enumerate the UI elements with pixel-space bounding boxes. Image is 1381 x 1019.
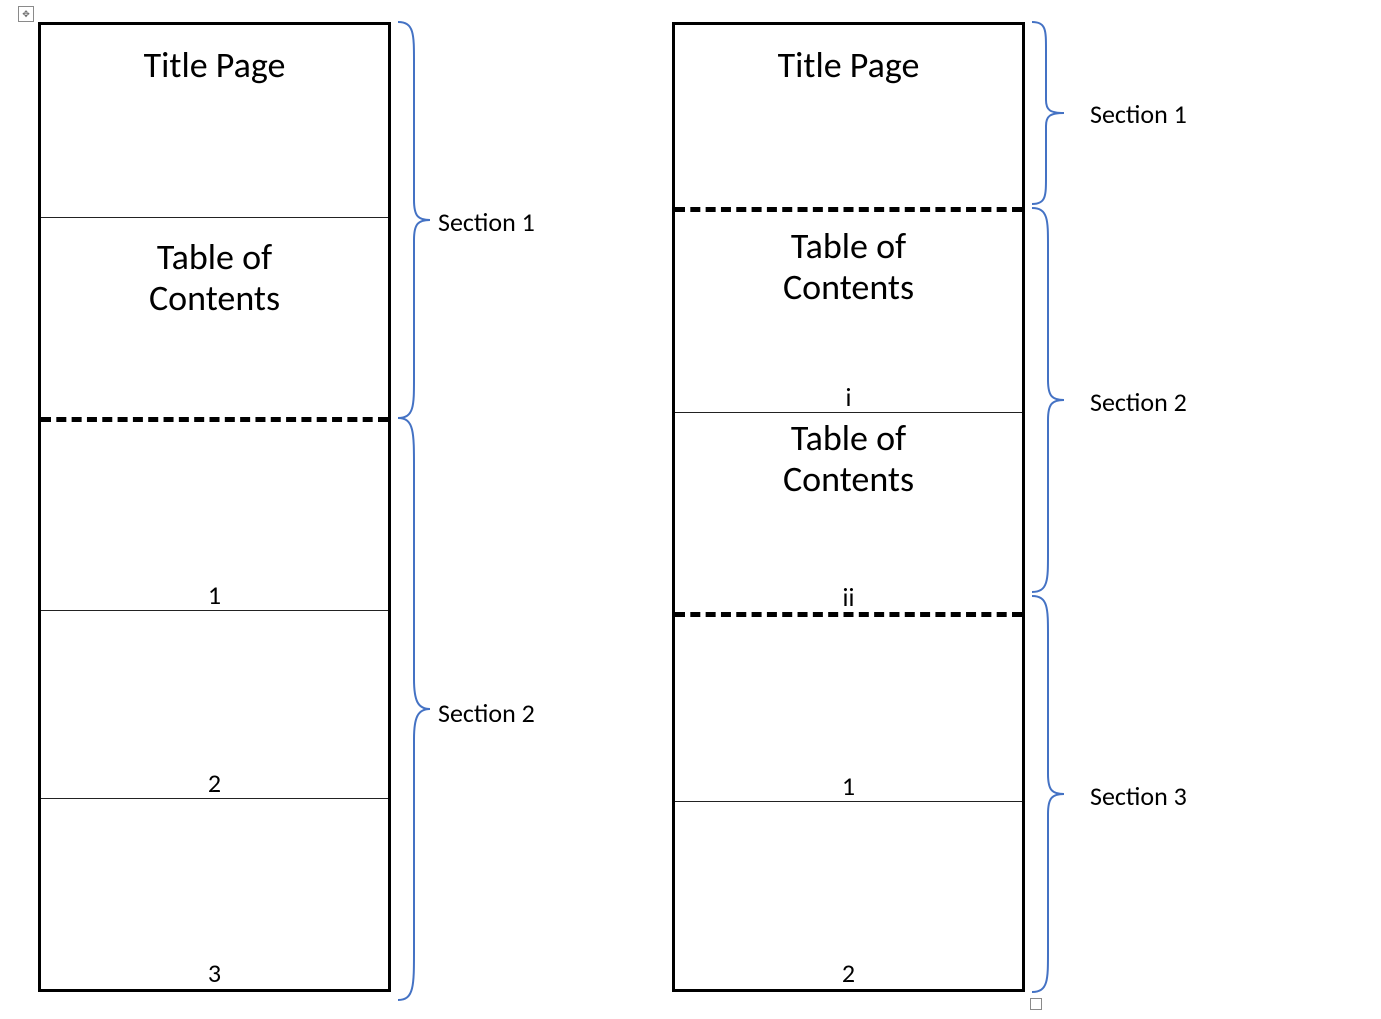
right-page-2: Table of Contents i [675,212,1022,412]
right-brace-section-1 [1030,22,1066,204]
left-section-2-label: Section 2 [438,697,535,729]
right-page-4: 1 [675,617,1022,801]
left-page-4: 2 [41,610,388,798]
right-page-2-number: i [675,384,1022,412]
diagram-stage: ✥ Title Page Table of Contents 1 2 3 Sec… [0,0,1381,1019]
right-page-3-number: ii [675,584,1022,612]
left-document: Title Page Table of Contents 1 2 3 [38,22,391,992]
right-brace-section-2 [1030,208,1066,592]
right-brace-section-3 [1030,596,1066,992]
left-page-2: Table of Contents [41,217,388,417]
right-page-1: Title Page [675,25,1022,207]
left-brace-section-1 [396,22,432,418]
left-page-5: 3 [41,798,388,988]
right-page-3-title: Table of Contents [675,412,1022,501]
left-page-3: 1 [41,422,388,610]
right-page-3: Table of Contents ii [675,412,1022,612]
left-page-4-number: 2 [41,770,388,798]
right-page-4-number: 1 [675,773,1022,801]
left-page-1-title: Title Page [41,25,388,86]
left-brace-section-2 [396,418,432,1000]
right-page-5: 2 [675,801,1022,988]
left-section-1-label: Section 1 [438,206,535,238]
right-section-2-label: Section 2 [1090,386,1187,418]
left-page-2-title: Table of Contents [41,217,388,320]
left-page-5-number: 3 [41,960,388,988]
right-page-5-number: 2 [675,960,1022,988]
right-section-3-label: Section 3 [1090,780,1187,812]
left-page-3-number: 1 [41,582,388,610]
move-handle-icon[interactable]: ✥ [18,6,34,22]
right-page-1-title: Title Page [675,25,1022,86]
resize-handle-icon[interactable] [1030,998,1042,1010]
right-section-1-label: Section 1 [1090,98,1187,130]
left-page-1: Title Page [41,25,388,217]
right-page-2-title: Table of Contents [675,212,1022,309]
right-document: Title Page Table of Contents i Table of … [672,22,1025,992]
